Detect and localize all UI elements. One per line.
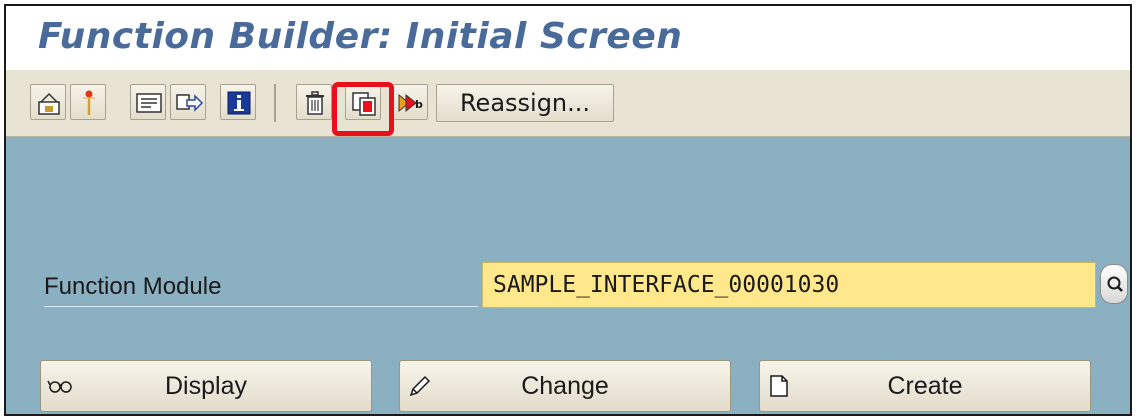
delete-icon <box>306 91 324 115</box>
other-object-icon <box>38 92 60 115</box>
function-module-input[interactable]: SAMPLE_INTERFACE_00001030 <box>482 262 1096 308</box>
rename-button[interactable]: b <box>392 84 428 120</box>
where-used-button[interactable] <box>130 84 166 120</box>
display-button-label: Display <box>165 372 247 400</box>
value-help-button[interactable] <box>1100 264 1128 304</box>
label-underline <box>44 306 478 307</box>
delete-button[interactable] <box>296 84 332 120</box>
function-module-label: Function Module <box>44 273 222 300</box>
info-icon <box>227 91 251 115</box>
search-icon <box>1107 276 1123 292</box>
active-inactive-button[interactable] <box>70 84 106 120</box>
info-button[interactable] <box>220 84 256 120</box>
change-button-label: Change <box>521 372 609 400</box>
toolbar-separator <box>274 84 276 122</box>
application-toolbar: b Reassign... <box>6 70 1130 137</box>
copy-button-highlight <box>332 82 394 136</box>
svg-text:b: b <box>415 98 423 111</box>
where-used-icon <box>136 93 162 113</box>
sap-window: Function Builder: Initial Screen b Reass… <box>4 4 1132 416</box>
create-button-label: Create <box>887 372 963 400</box>
other-object-button[interactable] <box>30 84 66 120</box>
create-button[interactable]: Create <box>759 360 1091 412</box>
change-button[interactable]: Change <box>399 360 731 412</box>
active-inactive-icon <box>83 90 95 115</box>
display-button[interactable]: Display <box>40 360 372 412</box>
rename-icon: b <box>398 93 423 113</box>
reassign-button[interactable]: Reassign... <box>436 84 614 122</box>
page-title: Function Builder: Initial Screen <box>38 16 683 57</box>
display-object-list-icon <box>176 94 204 112</box>
main-content: Function Module SAMPLE_INTERFACE_0000103… <box>6 137 1130 414</box>
display-object-list-button[interactable] <box>170 84 206 120</box>
title-bar: Function Builder: Initial Screen <box>6 6 1130 70</box>
